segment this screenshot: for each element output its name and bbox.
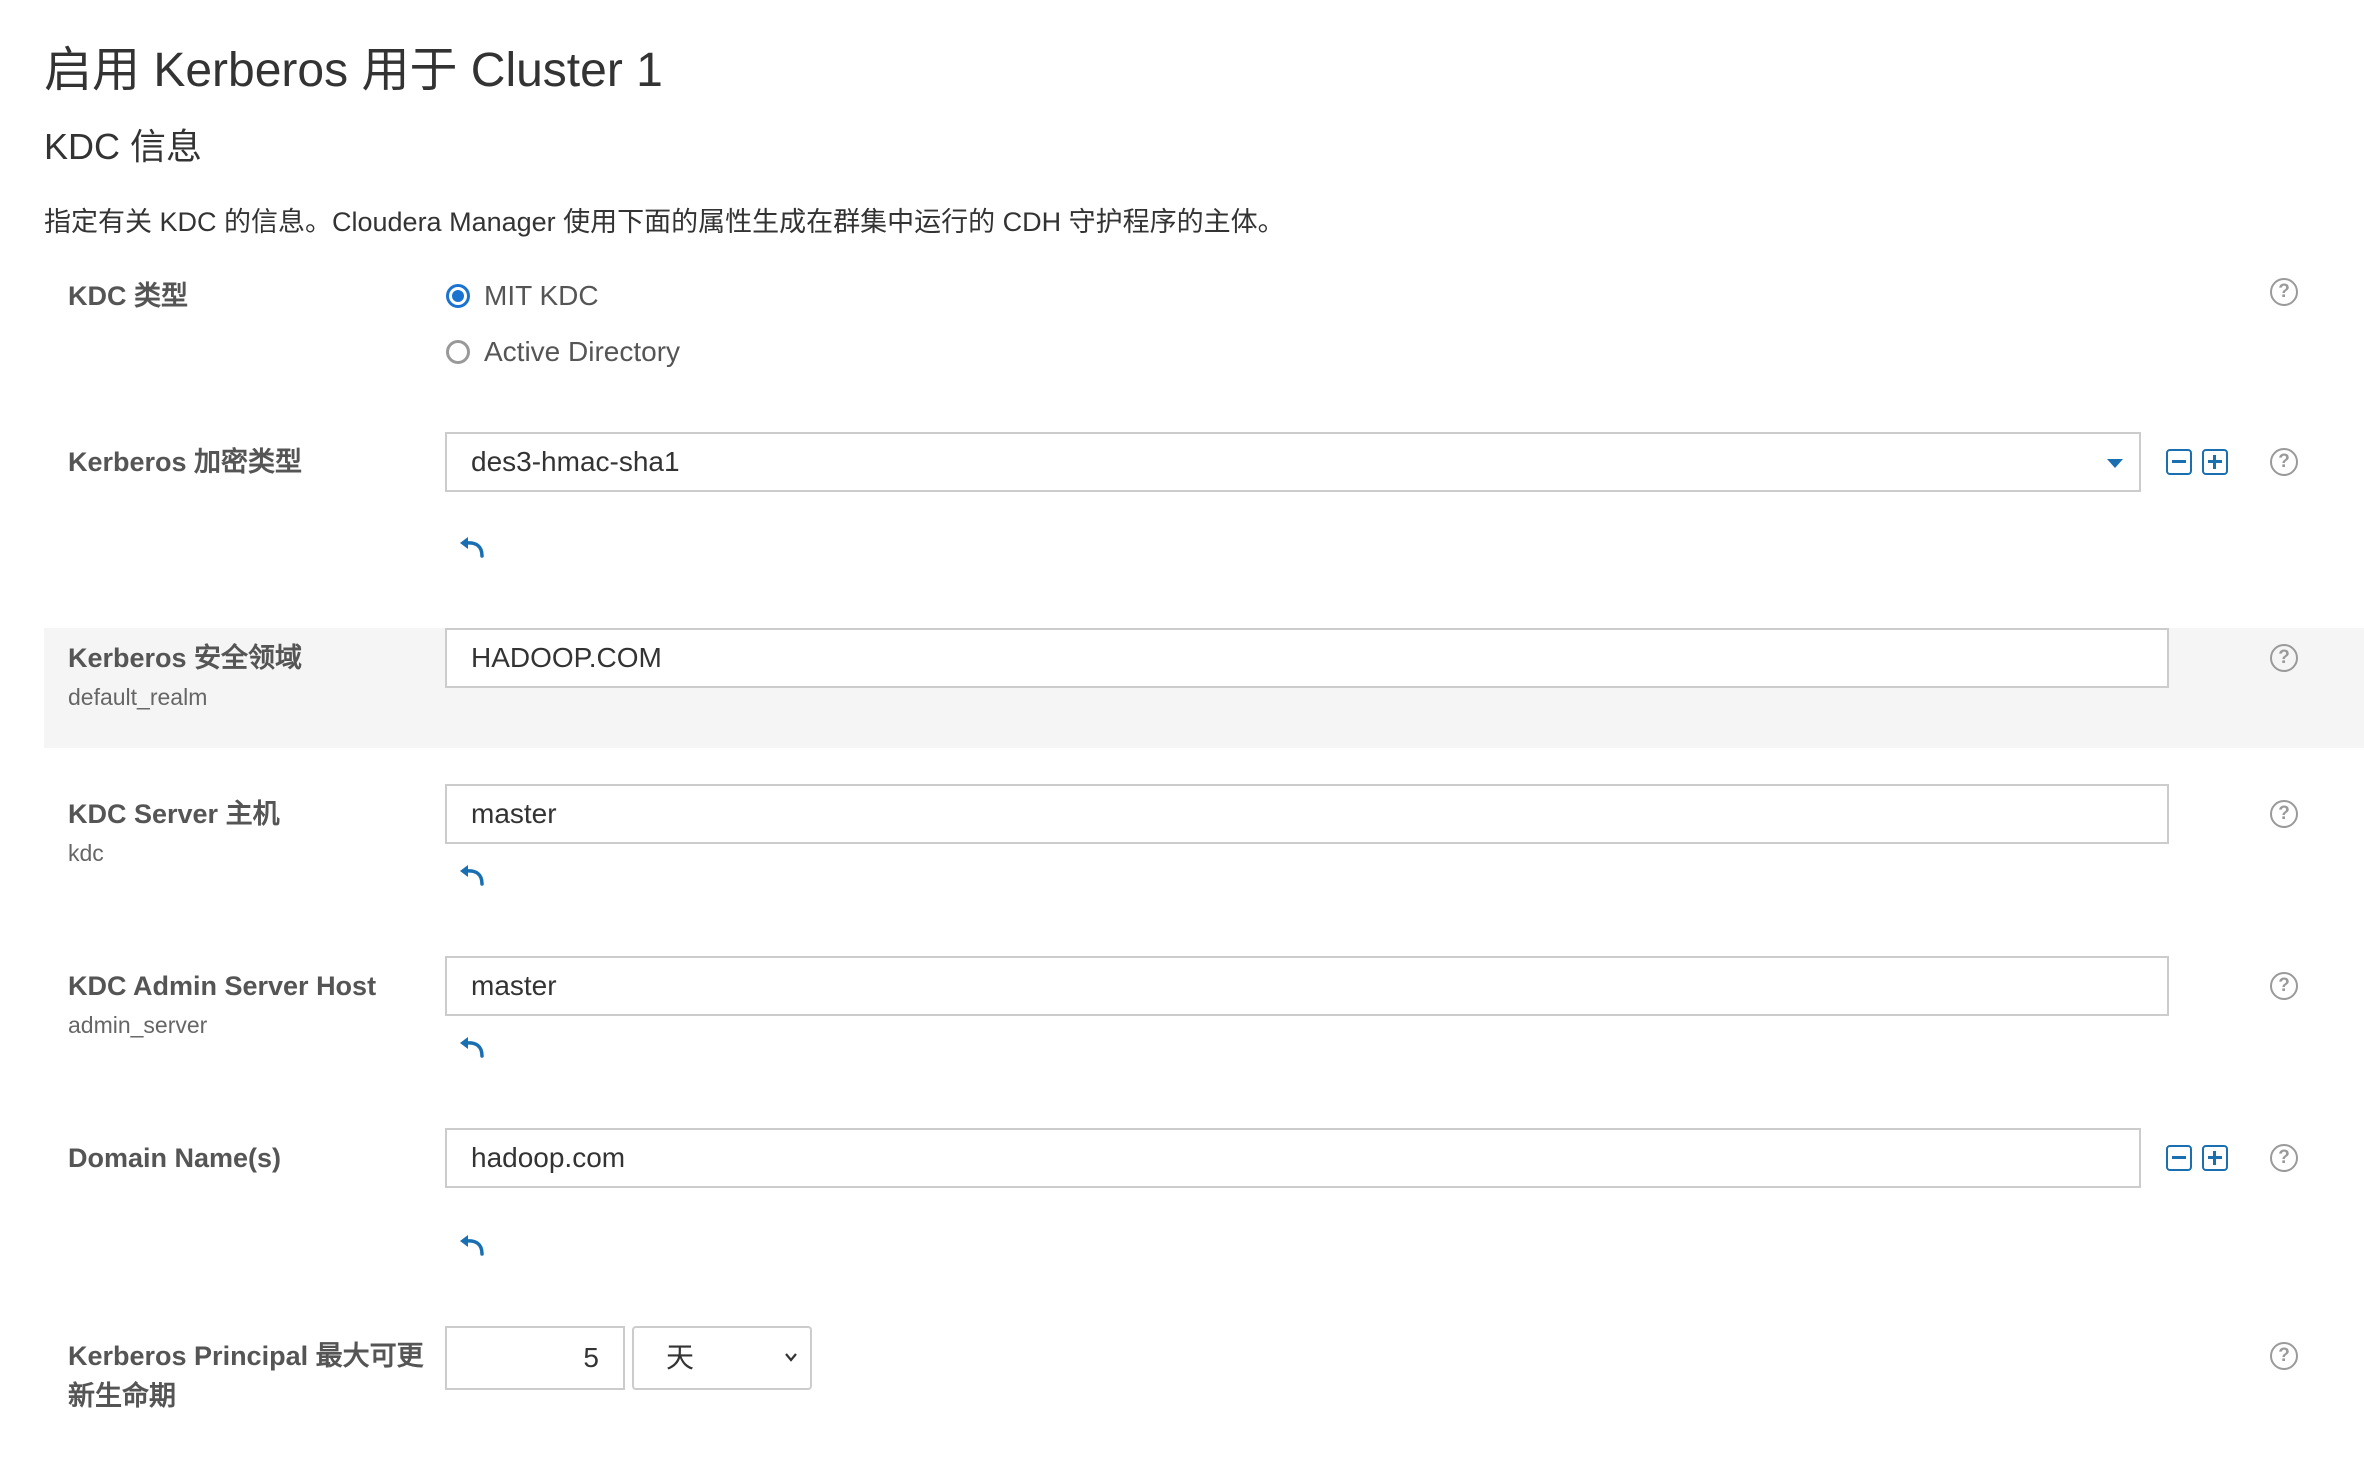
undo-arrow-icon[interactable] bbox=[458, 1232, 488, 1256]
encryption-type-select[interactable]: des3-hmac-sha1 bbox=[445, 432, 2141, 492]
domain-value: hadoop.com bbox=[471, 1142, 626, 1173]
encryption-type-row: Kerberos 加密类型 des3-hmac-sha1 ? bbox=[44, 432, 2364, 582]
kdc-server-value: master bbox=[471, 798, 557, 829]
kdc-type-row: KDC 类型 MIT KDC Active Directory ? bbox=[44, 276, 2364, 386]
kerberos-wizard-page: 启用 Kerberos 用于 Cluster 1 KDC 信息 指定有关 KDC… bbox=[0, 0, 2364, 1476]
kdc-server-label: KDC Server 主机 bbox=[68, 799, 280, 829]
help-icon[interactable]: ? bbox=[2270, 448, 2298, 476]
realm-input[interactable]: HADOOP.COM bbox=[445, 628, 2169, 688]
encryption-type-label: Kerberos 加密类型 bbox=[68, 447, 303, 477]
principal-lifetime-row: Kerberos Principal 最大可更新生命期 5 天 ? bbox=[44, 1324, 2364, 1424]
help-icon[interactable]: ? bbox=[2270, 644, 2298, 672]
caret-down-icon bbox=[2107, 459, 2123, 468]
help-icon[interactable]: ? bbox=[2270, 800, 2298, 828]
radio-unselected-icon bbox=[446, 340, 470, 364]
help-icon[interactable]: ? bbox=[2270, 278, 2298, 306]
plus-box-icon[interactable] bbox=[2202, 1145, 2228, 1171]
admin-server-input[interactable]: master bbox=[445, 956, 2169, 1016]
admin-server-value: master bbox=[471, 970, 557, 1001]
radio-mit-kdc-label: MIT KDC bbox=[484, 280, 599, 311]
admin-server-key: admin_server bbox=[68, 1012, 208, 1038]
realm-label: Kerberos 安全领域 bbox=[68, 643, 303, 673]
admin-server-label: KDC Admin Server Host bbox=[68, 971, 377, 1001]
kdc-type-label: KDC 类型 bbox=[68, 281, 188, 311]
domain-row: Domain Name(s) hadoop.com ? bbox=[44, 1128, 2364, 1268]
help-icon[interactable]: ? bbox=[2270, 1342, 2298, 1370]
undo-arrow-icon[interactable] bbox=[458, 862, 488, 886]
plus-box-icon[interactable] bbox=[2202, 449, 2228, 475]
principal-lifetime-unit-value: 天 bbox=[666, 1342, 695, 1373]
principal-lifetime-input[interactable]: 5 bbox=[445, 1326, 625, 1390]
realm-row: Kerberos 安全领域 default_realm HADOOP.COM ? bbox=[44, 628, 2364, 748]
principal-lifetime-unit-select[interactable]: 天 bbox=[632, 1326, 812, 1390]
radio-mit-kdc[interactable]: MIT KDC bbox=[446, 276, 599, 316]
radio-active-directory[interactable]: Active Directory bbox=[446, 332, 680, 372]
undo-arrow-icon[interactable] bbox=[458, 534, 488, 558]
domain-input[interactable]: hadoop.com bbox=[445, 1128, 2141, 1188]
kdc-server-key: kdc bbox=[68, 840, 104, 866]
radio-active-directory-label: Active Directory bbox=[484, 336, 681, 367]
encryption-type-value: des3-hmac-sha1 bbox=[471, 446, 680, 477]
realm-value: HADOOP.COM bbox=[471, 642, 662, 673]
admin-server-row: KDC Admin Server Host admin_server maste… bbox=[44, 956, 2364, 1066]
kdc-server-input[interactable]: master bbox=[445, 784, 2169, 844]
kdc-server-row: KDC Server 主机 kdc master ? bbox=[44, 784, 2364, 894]
domain-label: Domain Name(s) bbox=[68, 1143, 282, 1173]
minus-box-icon[interactable] bbox=[2166, 1145, 2192, 1171]
radio-selected-icon bbox=[446, 284, 470, 308]
minus-box-icon[interactable] bbox=[2166, 449, 2192, 475]
undo-arrow-icon[interactable] bbox=[458, 1034, 488, 1058]
intro-text: 指定有关 KDC 的信息。Cloudera Manager 使用下面的属性生成在… bbox=[44, 207, 1285, 237]
chevron-down-icon bbox=[785, 1353, 797, 1362]
realm-key: default_realm bbox=[68, 684, 208, 710]
principal-lifetime-label: Kerberos Principal 最大可更新生命期 bbox=[68, 1341, 424, 1411]
help-icon[interactable]: ? bbox=[2270, 1144, 2298, 1172]
page-title: 启用 Kerberos 用于 Cluster 1 bbox=[44, 44, 663, 97]
help-icon[interactable]: ? bbox=[2270, 972, 2298, 1000]
section-title: KDC 信息 bbox=[44, 126, 203, 167]
